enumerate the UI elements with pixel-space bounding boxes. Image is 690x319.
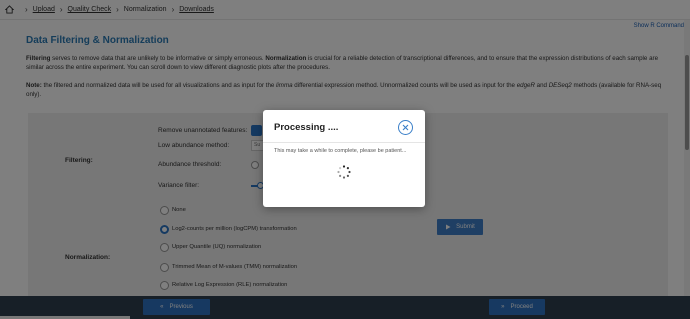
close-icon: [402, 124, 409, 131]
modal-title: Processing ....: [274, 122, 339, 133]
modal-divider: [263, 142, 425, 143]
processing-modal: Processing .... This may take a while to…: [263, 110, 425, 207]
modal-message: This may take a while to complete, pleas…: [274, 148, 407, 154]
loading-spinner-icon: [337, 165, 351, 179]
close-button[interactable]: [398, 120, 413, 135]
